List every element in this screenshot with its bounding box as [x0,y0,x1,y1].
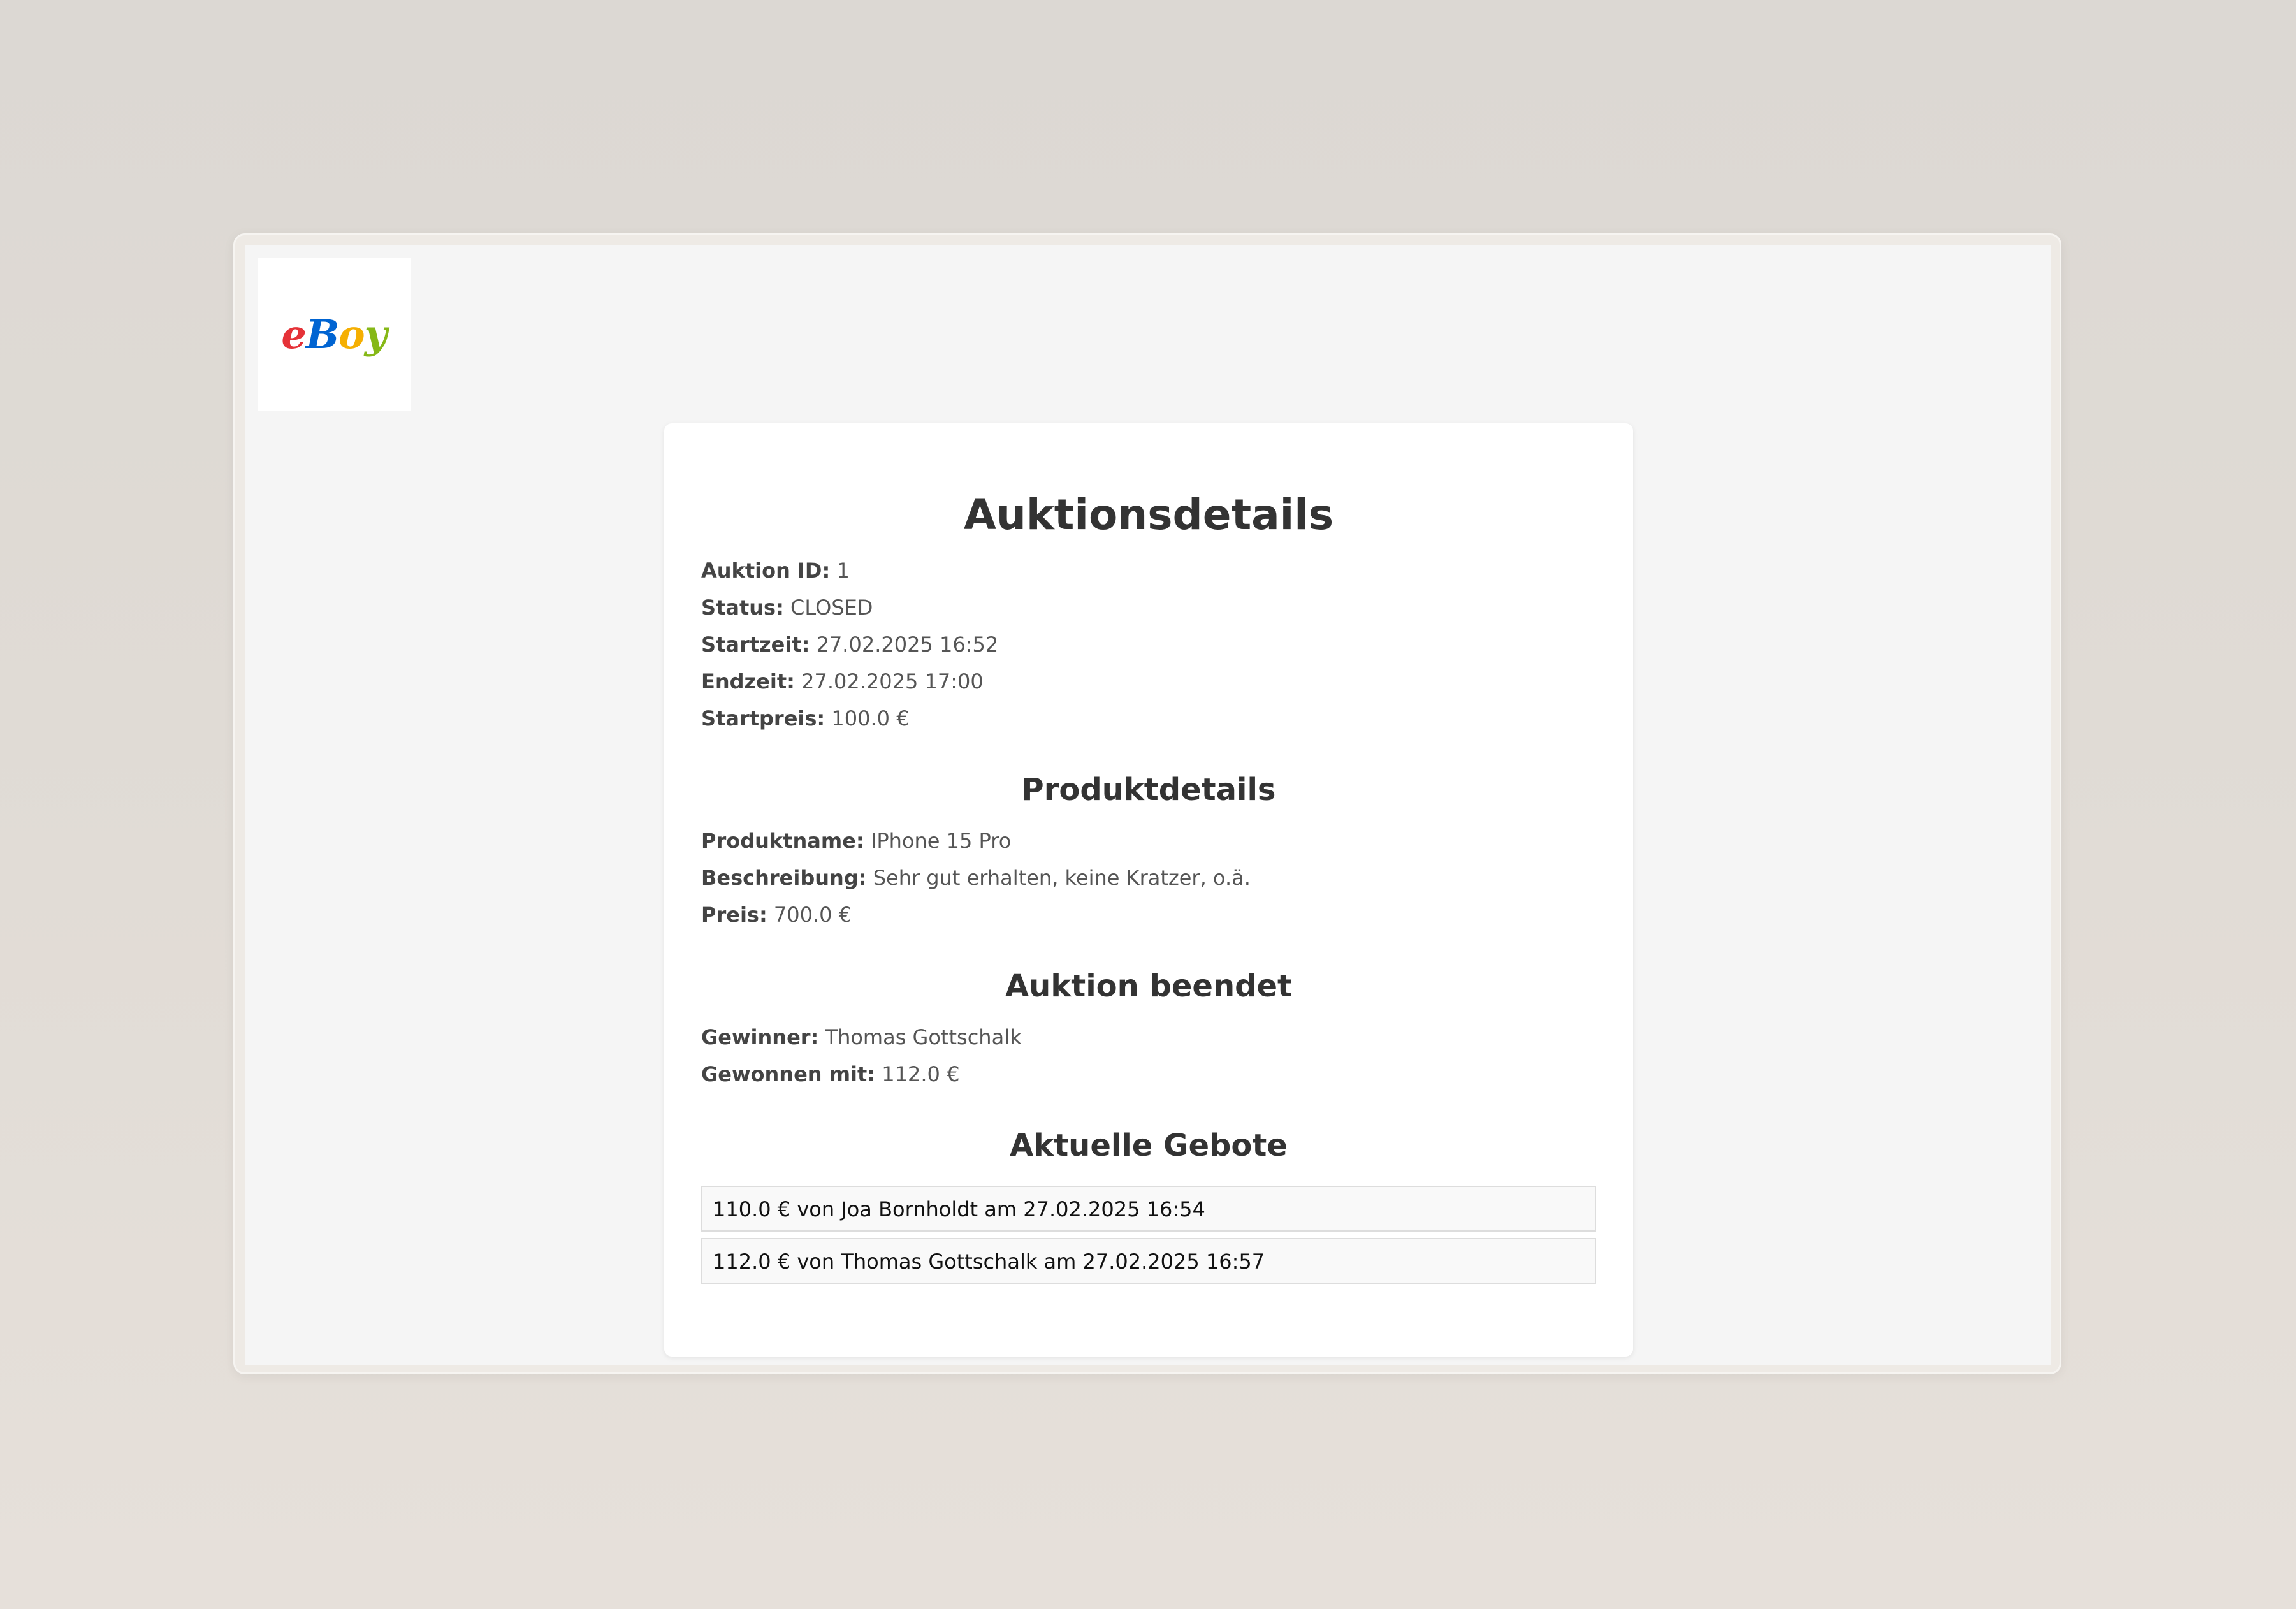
description-row: Beschreibung: Sehr gut erhalten, keine K… [701,859,1596,896]
logo-letter-y: y [364,310,388,358]
page-viewport: eBoy Auktionsdetails Auktion ID: 1 Statu… [245,245,2051,1365]
auction-id-value: 1 [836,558,850,583]
page-title: Auktionsdetails [963,490,1334,539]
logo-letter-e: e [281,310,306,358]
logo-letter-o: o [338,310,365,358]
current-bids-heading: Aktuelle Gebote [1010,1128,1288,1163]
logo-letter-b: B [305,310,339,358]
end-time-value: 27.02.2025 17:00 [801,669,984,694]
bid-list: 110.0 € von Joa Bornholdt am 27.02.2025 … [701,1186,1596,1284]
status-label: Status: [701,595,784,620]
product-section-heading: Produktdetails [1021,772,1276,808]
product-name-label: Produktname: [701,829,864,853]
winner-row: Gewinner: Thomas Gottschalk [701,1019,1596,1056]
product-name-value: IPhone 15 Pro [870,829,1012,853]
winner-label: Gewinner: [701,1025,819,1049]
bid-list-item: 112.0 € von Thomas Gottschalk am 27.02.2… [701,1238,1596,1284]
price-label: Preis: [701,903,767,927]
winning-bid-value: 112.0 € [882,1062,960,1086]
auction-info-list: Auktion ID: 1 Status: CLOSED Startzeit: … [701,552,1596,737]
status-row: Status: CLOSED [701,589,1596,626]
end-time-label: Endzeit: [701,669,795,694]
status-value: CLOSED [790,595,873,620]
site-logo[interactable]: eBoy [258,258,411,411]
winning-bid-row: Gewonnen mit: 112.0 € [701,1056,1596,1093]
auction-ended-heading: Auktion beendet [1005,968,1292,1004]
description-value: Sehr gut erhalten, keine Kratzer, o.ä. [873,866,1251,890]
winning-bid-label: Gewonnen mit: [701,1062,876,1086]
price-row: Preis: 700.0 € [701,896,1596,933]
product-name-row: Produktname: IPhone 15 Pro [701,822,1596,859]
auction-details-card: Auktionsdetails Auktion ID: 1 Status: CL… [664,423,1633,1357]
description-label: Beschreibung: [701,866,867,890]
product-info-list: Produktname: IPhone 15 Pro Beschreibung:… [701,822,1596,933]
start-time-row: Startzeit: 27.02.2025 16:52 [701,626,1596,663]
start-price-row: Startpreis: 100.0 € [701,700,1596,737]
start-time-value: 27.02.2025 16:52 [816,632,999,657]
bid-list-item: 110.0 € von Joa Bornholdt am 27.02.2025 … [701,1186,1596,1232]
logo-wordmark: eBoy [281,310,388,358]
auction-id-row: Auktion ID: 1 [701,552,1596,589]
auction-id-label: Auktion ID: [701,558,831,583]
result-info-list: Gewinner: Thomas Gottschalk Gewonnen mit… [701,1019,1596,1093]
price-value: 700.0 € [773,903,852,927]
winner-value: Thomas Gottschalk [825,1025,1022,1049]
end-time-row: Endzeit: 27.02.2025 17:00 [701,663,1596,700]
start-price-label: Startpreis: [701,706,825,731]
start-time-label: Startzeit: [701,632,810,657]
start-price-value: 100.0 € [831,706,910,731]
